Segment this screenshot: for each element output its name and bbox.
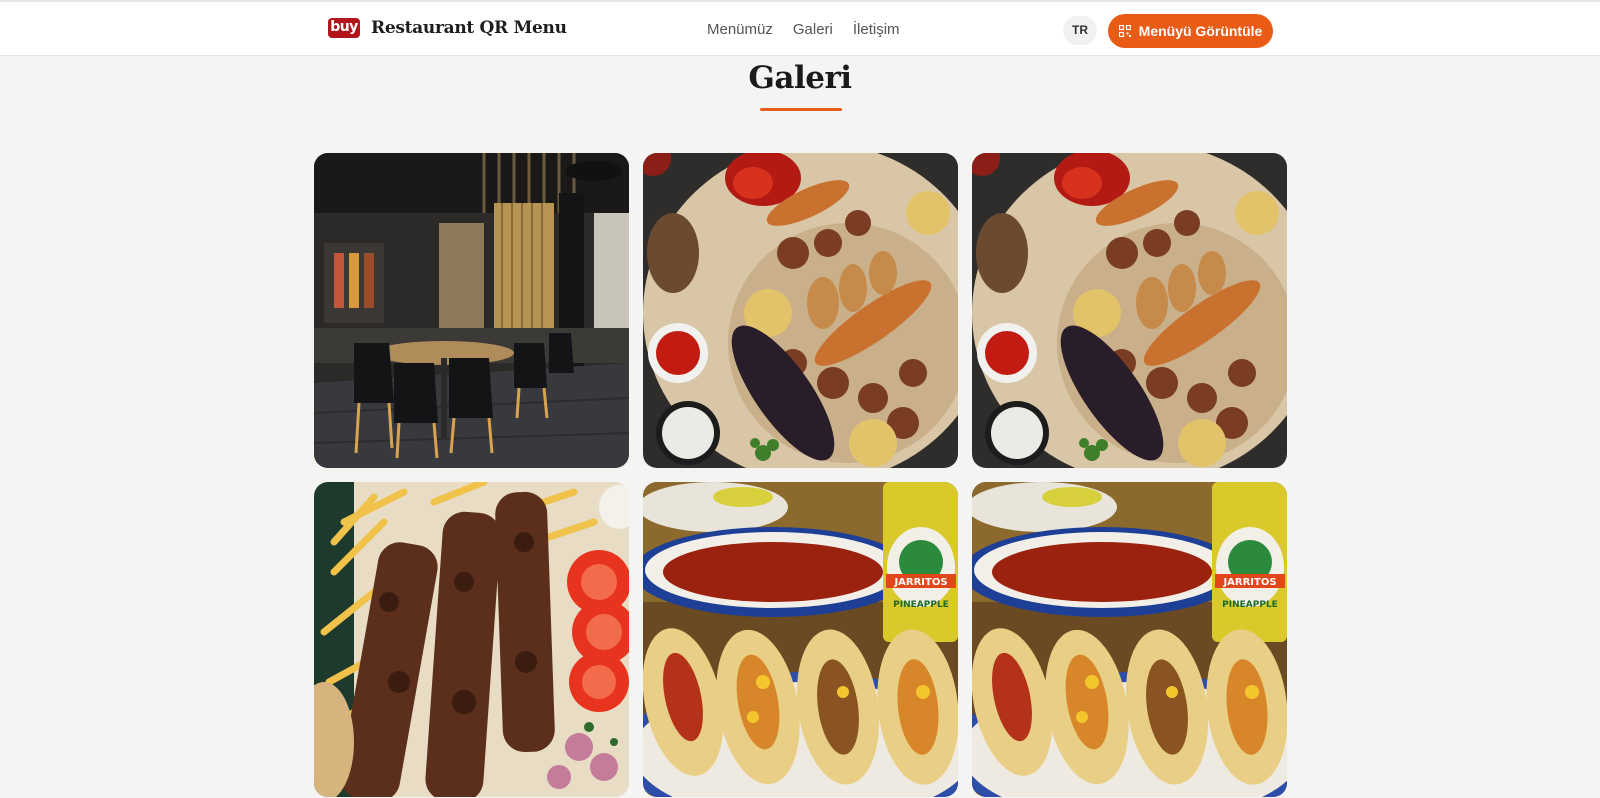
gallery-image-mixed-grill[interactable] [643, 153, 958, 468]
drink-label-flavor: PINEAPPLE [1222, 600, 1278, 610]
nav-link-menu[interactable]: Menümüz [707, 21, 773, 38]
drink-label-flavor: PINEAPPLE [893, 600, 949, 610]
gallery-image-tacos[interactable]: JARRITOS PINEAPPLE [643, 482, 958, 797]
language-switcher[interactable]: TR [1063, 16, 1097, 45]
gallery-grid: JARRITOS PINEAPPLE JARRITOS PINEAPPLE [314, 153, 1288, 797]
view-menu-label: Menüyü Görüntüle [1138, 23, 1263, 39]
top-navigation-bar: buy Restaurant QR Menu Menümüz Galeri İl… [0, 0, 1600, 56]
main-nav: Menümüz Galeri İletişim [707, 21, 920, 38]
drink-label-brand: JARRITOS [893, 577, 947, 588]
nav-link-contact[interactable]: İletişim [853, 21, 900, 38]
title-underline [760, 108, 842, 111]
gallery-image-tacos-2[interactable]: JARRITOS PINEAPPLE [972, 482, 1287, 797]
gallery-image-skewers[interactable] [314, 482, 629, 797]
gallery-image-restaurant-interior[interactable] [314, 153, 629, 468]
brand-logo[interactable]: buy [328, 18, 360, 38]
gallery-title: Galeri [748, 60, 852, 96]
gallery-image-mixed-grill-2[interactable] [972, 153, 1287, 468]
nav-link-gallery[interactable]: Galeri [793, 21, 833, 38]
qr-code-icon [1118, 25, 1131, 37]
view-menu-button[interactable]: Menüyü Görüntüle [1108, 14, 1273, 48]
brand-name[interactable]: Restaurant QR Menu [371, 18, 567, 38]
brand[interactable]: buy Restaurant QR Menu [328, 18, 567, 38]
drink-label-brand: JARRITOS [1222, 577, 1276, 588]
